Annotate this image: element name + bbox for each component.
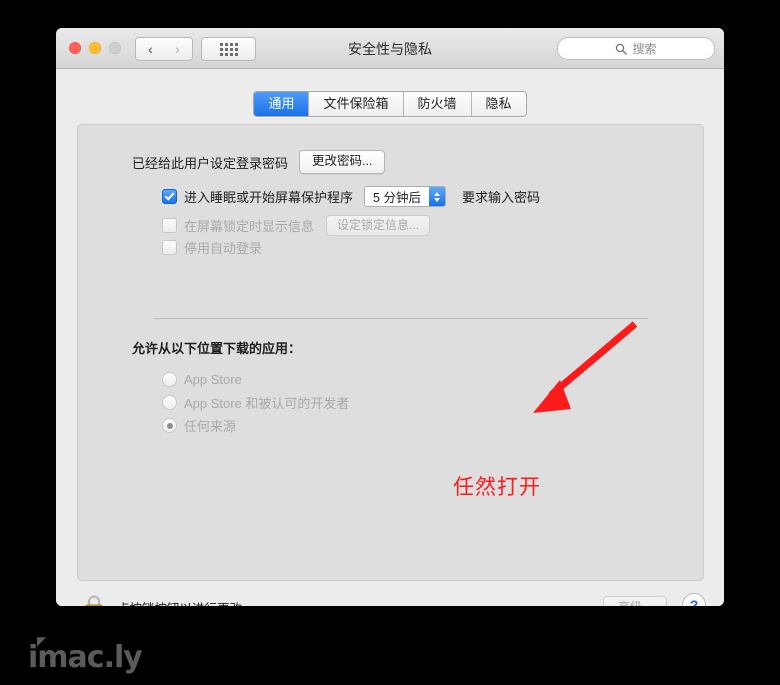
advanced-button: 高级... [602, 596, 667, 606]
change-password-button[interactable]: 更改密码... [299, 150, 386, 174]
lock-row: 点按锁按钮以进行更改。 [83, 594, 255, 606]
chevron-updown-icon[interactable] [428, 187, 445, 206]
sleep-delay-select[interactable]: 5 分钟后 [364, 186, 446, 207]
tab-privacy[interactable]: 隐私 [470, 92, 526, 116]
tab-general[interactable]: 通用 [254, 92, 309, 116]
set-lock-message-button: 设定锁定信息... [326, 215, 431, 236]
require-password-trailing-label: 要求输入密码 [461, 190, 540, 205]
disable-auto-login-label: 停用自动登录 [184, 241, 263, 256]
section-divider [154, 318, 648, 319]
lock-message-checkbox [162, 218, 177, 233]
general-settings-panel: 已经给此用户设定登录密码 更改密码... 进入睡眠或开始屏幕保护程序 5 分钟后… [77, 124, 704, 581]
require-password-row: 进入睡眠或开始屏幕保护程序 5 分钟后 要求输入密码 [162, 186, 540, 207]
annotation-label: 任然打开 [453, 476, 541, 499]
radio-identified-developers-button [162, 395, 177, 410]
radio-anywhere-label: 任何来源 [184, 419, 237, 434]
system-preferences-window: ‹ › 安全性与隐私 搜索 通用 文件保险箱 防火墙 隐私 已经给此用户设定登录… [56, 28, 724, 606]
lock-message-checkbox-label: 在屏幕锁定时显示信息 [184, 219, 315, 234]
help-button[interactable]: ? [682, 593, 706, 606]
search-input[interactable]: 搜索 [557, 37, 715, 60]
tab-group: 通用 文件保险箱 防火墙 隐私 [253, 91, 527, 117]
lock-note-label: 点按锁按钮以进行更改。 [117, 598, 255, 607]
radio-app-store-button [162, 372, 177, 387]
download-sources-radio-group: App Store App Store 和被认可的开发者 任何来源 [162, 368, 349, 437]
watermark: imac.ly [28, 640, 143, 675]
tabbar: 通用 文件保险箱 防火墙 隐私 [56, 91, 724, 117]
radio-app-store: App Store [162, 368, 349, 391]
login-password-row: 已经给此用户设定登录密码 更改密码... [132, 150, 386, 174]
radio-anywhere-button [162, 418, 177, 433]
tab-firewall[interactable]: 防火墙 [402, 92, 471, 116]
require-password-checkbox-label: 进入睡眠或开始屏幕保护程序 [184, 190, 354, 205]
radio-identified-developers-label: App Store 和被认可的开发者 [184, 396, 350, 411]
lock-message-row: 在屏幕锁定时显示信息 设定锁定信息... [162, 215, 431, 236]
disable-auto-login-row: 停用自动登录 [162, 238, 262, 257]
tab-filevault[interactable]: 文件保险箱 [308, 92, 403, 116]
require-password-checkbox[interactable] [162, 189, 177, 204]
radio-app-store-label: App Store [184, 372, 242, 387]
lock-closed-icon[interactable] [83, 594, 105, 606]
window-titlebar: ‹ › 安全性与隐私 搜索 [56, 28, 724, 69]
sleep-delay-value: 5 分钟后 [365, 187, 429, 206]
login-password-label: 已经给此用户设定登录密码 [132, 155, 289, 171]
download-sources-heading: 允许从以下位置下载的应用： [132, 341, 302, 356]
window-body: 通用 文件保险箱 防火墙 隐私 已经给此用户设定登录密码 更改密码... 进入睡… [56, 69, 724, 606]
radio-identified-developers: App Store 和被认可的开发者 [162, 391, 349, 414]
radio-anywhere: 任何来源 [162, 414, 349, 437]
search-placeholder: 搜索 [632, 42, 657, 56]
search-icon [616, 43, 628, 55]
disable-auto-login-checkbox [162, 240, 177, 255]
